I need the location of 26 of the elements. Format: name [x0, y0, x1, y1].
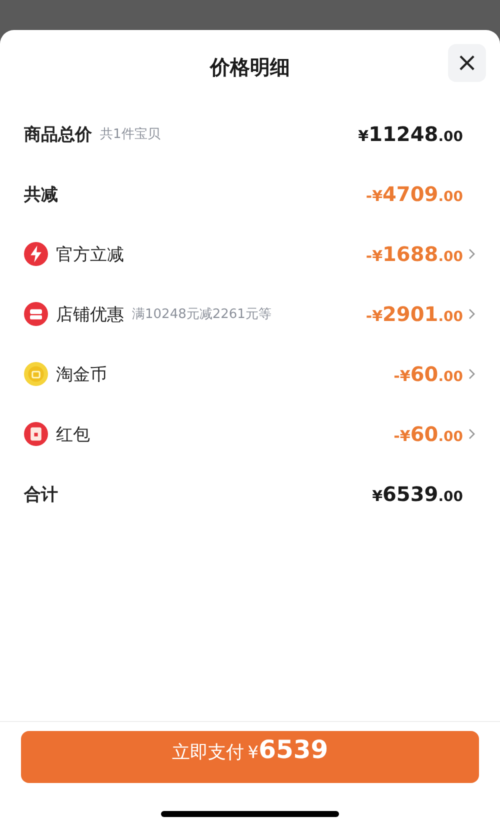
row-label: 店铺优惠 [56, 304, 124, 326]
close-button[interactable]: × [448, 44, 486, 82]
row-label: 红包 [56, 424, 90, 446]
envelope-icon [24, 422, 48, 446]
price-text: -¥1688.00 [366, 242, 463, 266]
row-label: 合计 [24, 484, 58, 506]
row-label: 商品总价 [24, 124, 92, 146]
coin-icon [24, 362, 48, 386]
chevron-right-icon[interactable] [467, 368, 476, 380]
chevron-right-icon[interactable] [467, 428, 476, 440]
chevron-right-icon[interactable] [467, 308, 476, 320]
price-text: -¥60.00 [394, 422, 463, 446]
price-text: ¥11248.00 [358, 122, 463, 146]
row-note: 共1件宝贝 [100, 126, 160, 143]
lightning-icon [24, 242, 48, 266]
shop-icon [24, 302, 48, 326]
row-label: 官方立减 [56, 244, 124, 266]
price-text: -¥4709.00 [366, 182, 463, 206]
sheet-title: 价格明细 [210, 54, 290, 80]
row-label: 淘金币 [56, 364, 107, 386]
price-text: -¥60.00 [394, 362, 463, 386]
price-text: ¥6539.00 [372, 482, 463, 506]
row-label: 共减 [24, 184, 58, 206]
row-note: 满10248元减2261元等 [132, 306, 272, 323]
price-text: -¥2901.00 [366, 302, 463, 326]
chevron-right-icon[interactable] [467, 248, 476, 260]
